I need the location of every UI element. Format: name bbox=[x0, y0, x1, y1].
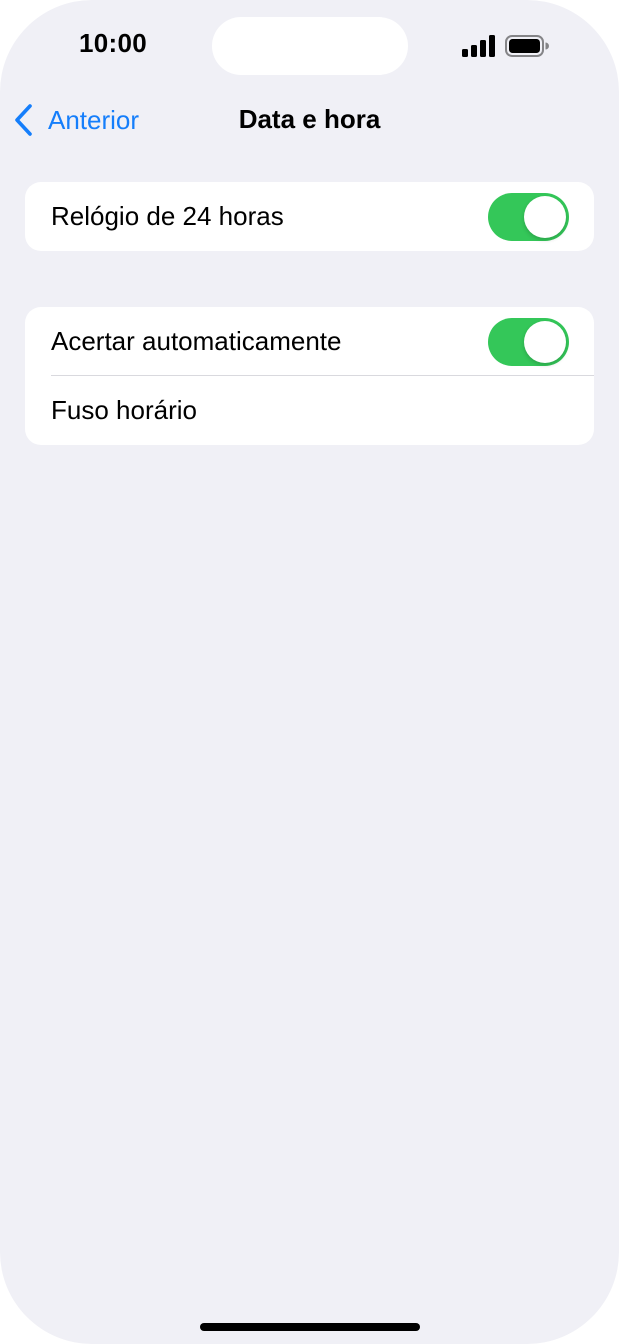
cellular-signal-icon bbox=[462, 35, 495, 57]
settings-group-clock: Relógio de 24 horas bbox=[25, 182, 594, 251]
toggle-knob bbox=[524, 321, 566, 363]
row-24-hour-clock: Relógio de 24 horas bbox=[25, 182, 594, 251]
phone-screen: 10:00 Anterior Data e hora Relógio de 24… bbox=[0, 0, 619, 1344]
toggle-knob bbox=[524, 196, 566, 238]
row-set-automatically: Acertar automaticamente bbox=[25, 307, 594, 376]
home-indicator[interactable] bbox=[200, 1323, 420, 1331]
toggle-set-automatically[interactable] bbox=[488, 318, 569, 366]
row-time-zone[interactable]: Fuso horário bbox=[25, 376, 594, 445]
row-label-time-zone: Fuso horário bbox=[51, 395, 197, 425]
row-label-24-hour-clock: Relógio de 24 horas bbox=[51, 201, 284, 231]
status-time: 10:00 bbox=[79, 28, 147, 58]
settings-group-time: Acertar automaticamente Fuso horário bbox=[25, 307, 594, 445]
dynamic-island bbox=[212, 17, 408, 75]
row-label-set-automatically: Acertar automaticamente bbox=[51, 326, 342, 356]
toggle-24-hour-clock[interactable] bbox=[488, 193, 569, 241]
page-title: Data e hora bbox=[238, 104, 381, 134]
battery-full-icon bbox=[505, 35, 549, 57]
